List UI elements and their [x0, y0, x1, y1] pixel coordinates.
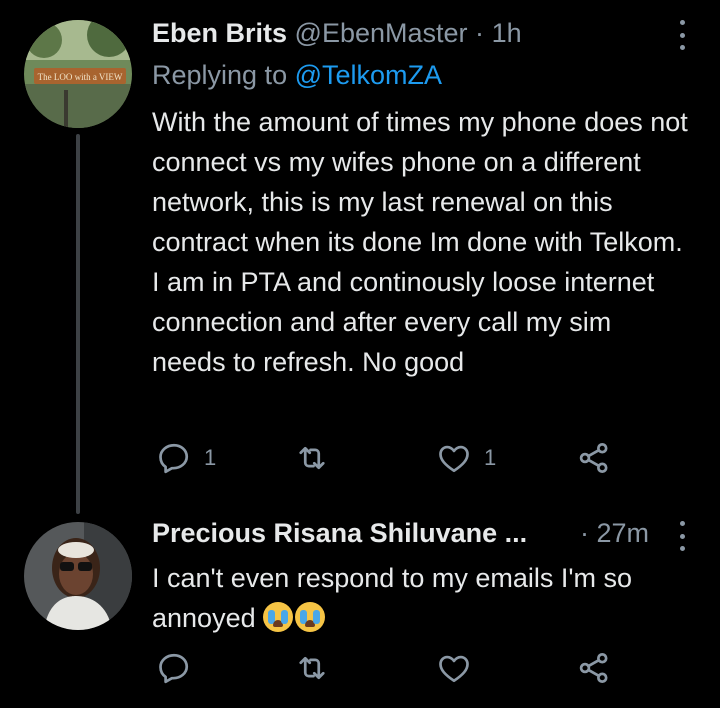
avatar[interactable]: The LOO with a VIEW — [24, 20, 132, 128]
tweet-time: · 27m — [580, 518, 649, 549]
more-options-icon[interactable] — [678, 521, 686, 551]
separator-dot: · — [580, 518, 589, 548]
loudly-crying-face-icon — [263, 602, 294, 632]
reply-button[interactable]: 1 — [156, 438, 216, 478]
like-button[interactable] — [436, 648, 472, 688]
mention-link[interactable]: @TelkomZA — [295, 60, 442, 90]
avatar-image — [24, 522, 132, 630]
tweet-header: Precious Risana Shiluvane ... — [152, 518, 527, 549]
reply-button[interactable] — [156, 648, 192, 688]
like-button[interactable]: 1 — [436, 438, 496, 478]
display-name[interactable]: Eben Brits — [152, 18, 287, 48]
loudly-crying-face-icon — [295, 602, 326, 632]
retweet-icon — [299, 446, 325, 470]
avatar[interactable] — [24, 522, 132, 630]
reply-count: 1 — [204, 445, 217, 470]
replying-prefix: Replying to — [152, 60, 295, 90]
heart-icon — [439, 655, 469, 683]
retweet-button[interactable] — [294, 648, 330, 688]
tweet-header: Eben Brits @EbenMaster · 1h — [152, 18, 522, 49]
tweet-2[interactable]: Precious Risana Shiluvane ... · 27m I ca… — [0, 510, 720, 708]
tweet-actions — [152, 648, 622, 688]
timestamp[interactable]: 1h — [492, 18, 522, 48]
tweet-text: With the amount of times my phone does n… — [152, 107, 688, 377]
heart-icon — [439, 445, 469, 473]
share-button[interactable] — [576, 438, 612, 478]
avatar-image: The LOO with a VIEW — [24, 20, 132, 128]
tweet-text: I can't even respond to my emails I'm so… — [152, 558, 692, 638]
reply-icon — [159, 653, 189, 684]
retweet-button[interactable] — [294, 438, 330, 478]
tweet-1[interactable]: The LOO with a VIEW Eben Brits @EbenMast… — [0, 0, 720, 514]
tweet-actions: 1 1 — [152, 438, 622, 478]
separator-dot: · — [475, 18, 485, 48]
display-name[interactable]: Precious Risana Shiluvane ... — [152, 518, 527, 548]
thread-line — [76, 134, 80, 514]
share-icon — [579, 653, 608, 683]
like-count: 1 — [484, 445, 497, 470]
replying-to: Replying to @TelkomZA — [152, 60, 442, 91]
more-options-icon[interactable] — [678, 20, 686, 50]
share-button[interactable] — [576, 648, 612, 688]
retweet-icon — [299, 656, 325, 680]
tweet-text-content: I can't even respond to my emails I'm so… — [152, 563, 633, 633]
reply-icon — [159, 443, 189, 474]
avatar-sign-text: The LOO with a VIEW — [38, 72, 123, 82]
user-handle[interactable]: @EbenMaster — [295, 18, 468, 48]
timestamp[interactable]: 27m — [597, 518, 650, 548]
share-icon — [579, 443, 608, 473]
